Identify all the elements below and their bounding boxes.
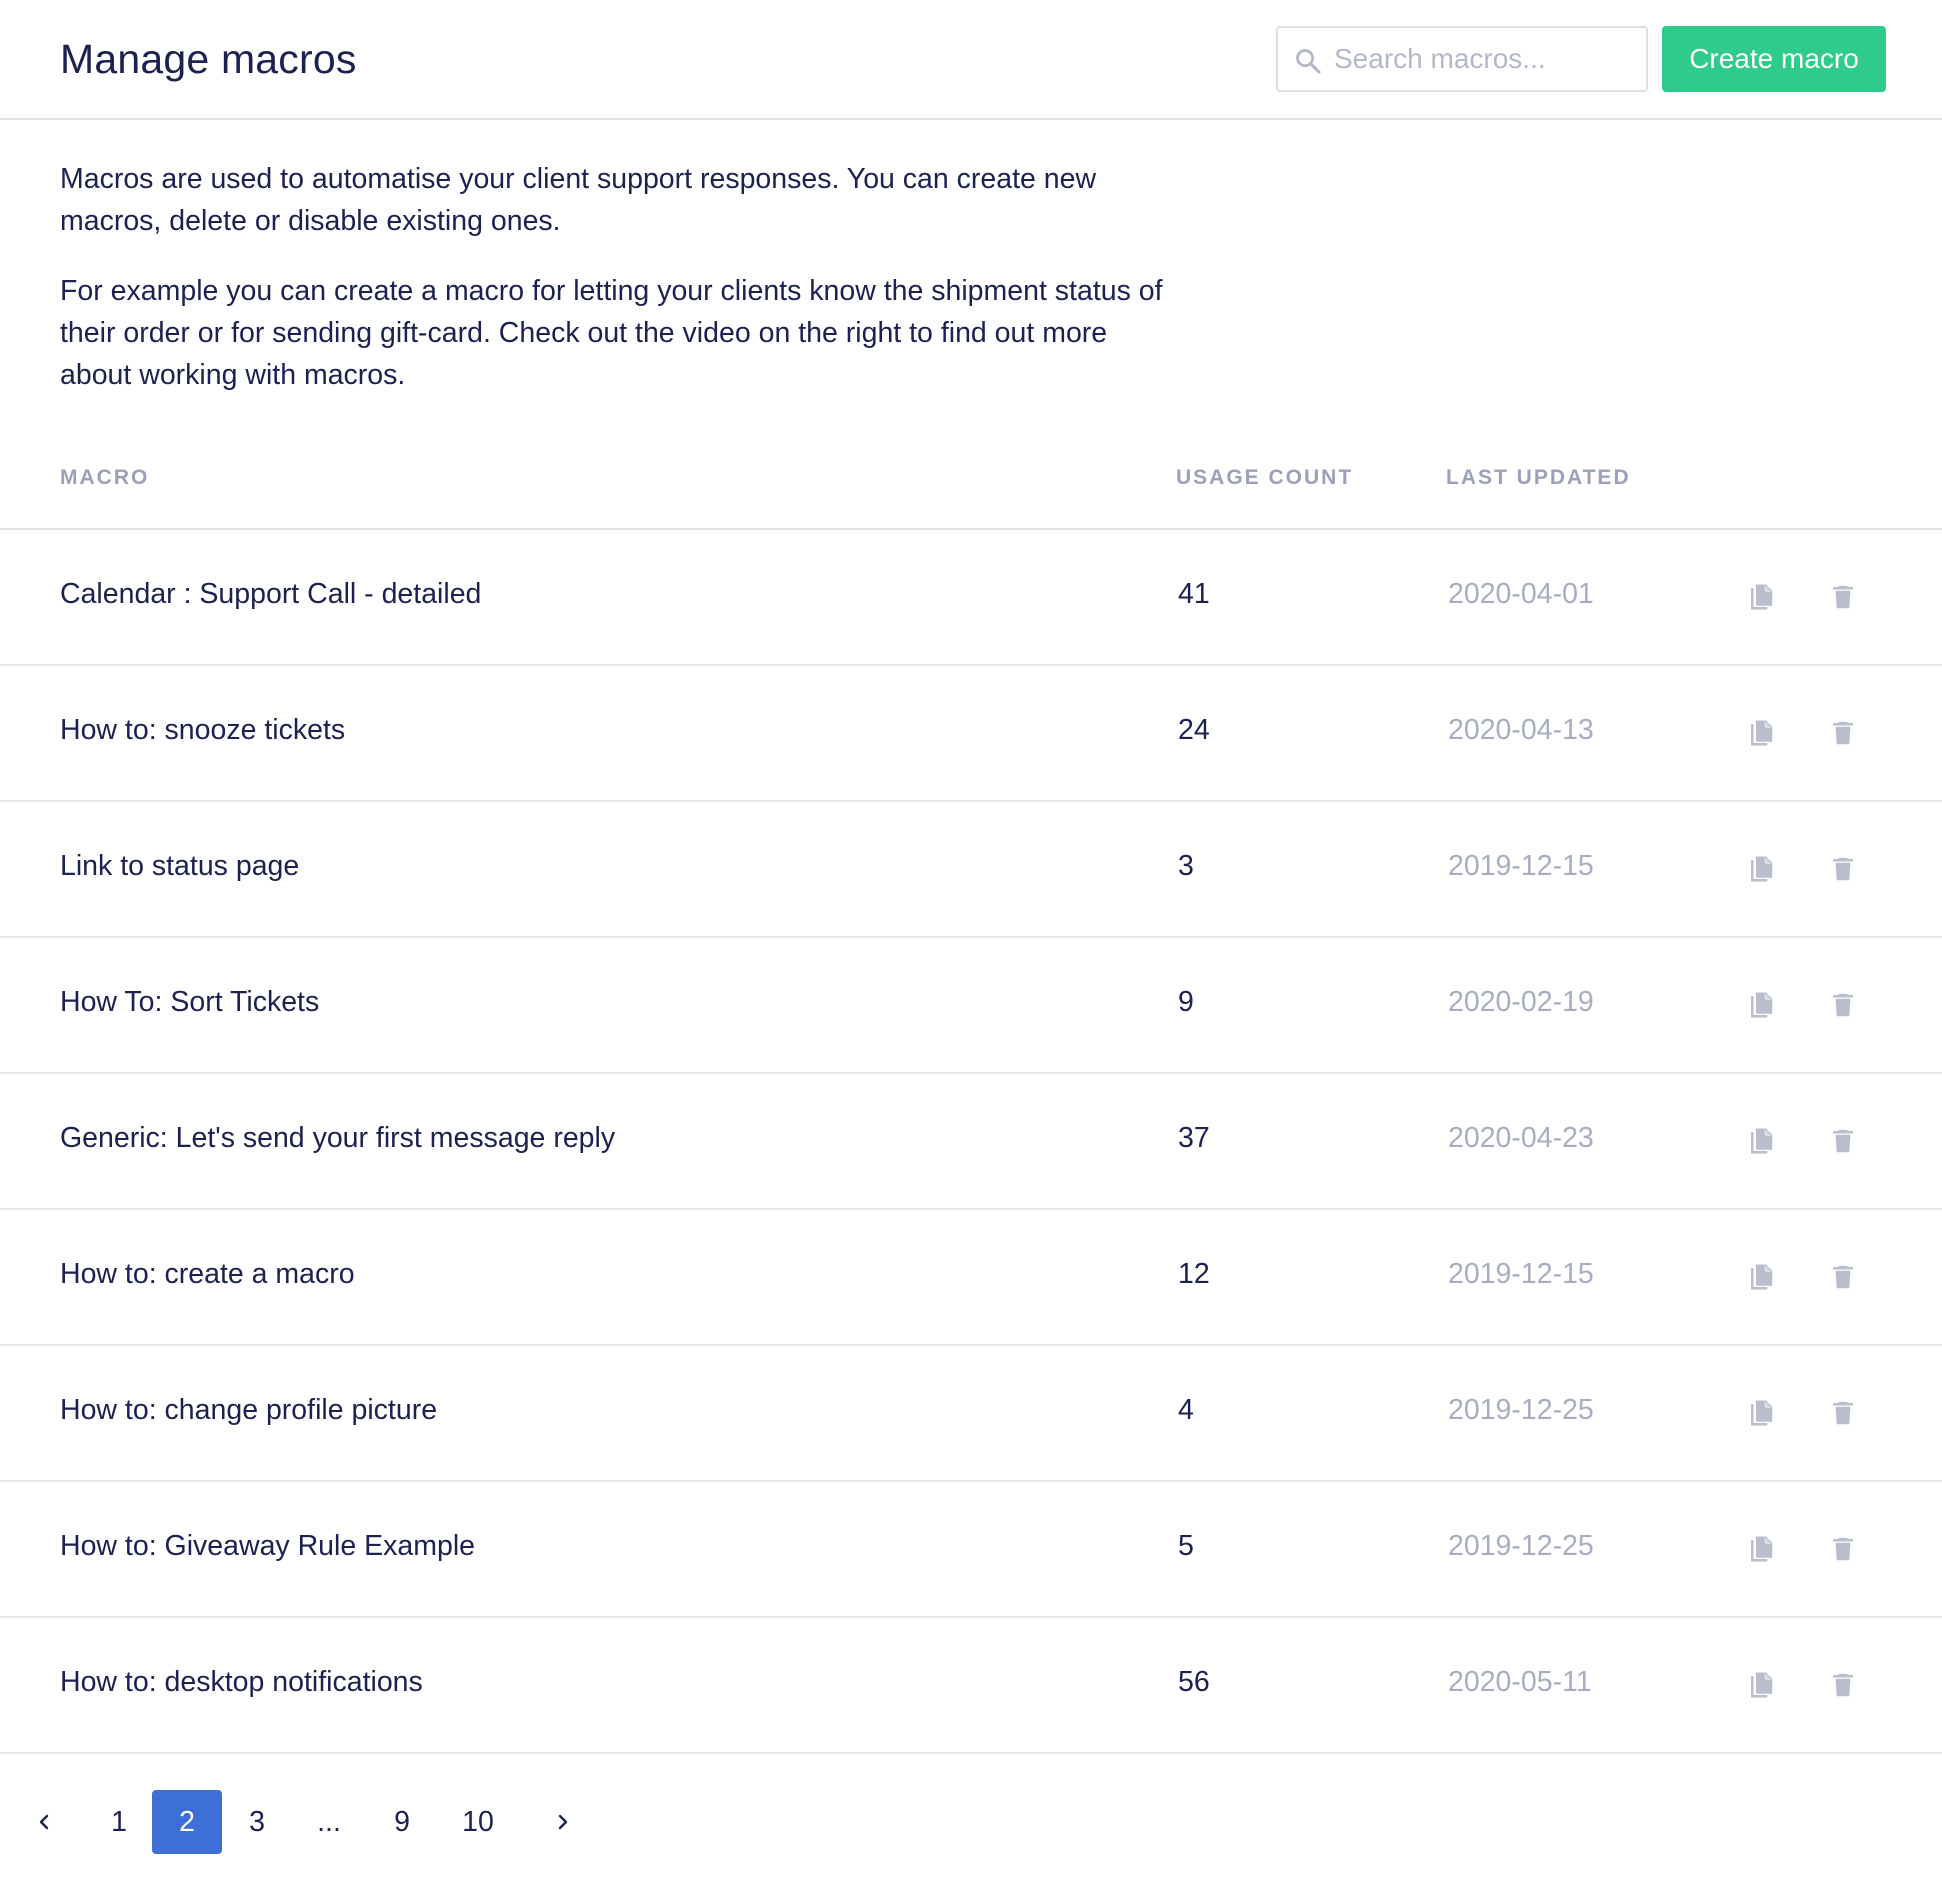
macro-name[interactable]: Generic: Let's send your first message r… [60, 1122, 615, 1155]
usage-count: 12 [1178, 1258, 1210, 1290]
macro-name[interactable]: How to: create a macro [60, 1258, 355, 1291]
duplicate-icon [1751, 584, 1773, 610]
pagination-page-3[interactable]: 3 [234, 1790, 280, 1854]
duplicate-icon [1751, 1672, 1773, 1698]
pagination: 1 2 3 ... 9 10 [0, 1790, 1942, 1856]
delete-button[interactable] [1828, 718, 1858, 748]
pagination-page-1[interactable]: 1 [96, 1790, 142, 1854]
trash-icon [1833, 585, 1853, 609]
duplicate-icon [1751, 856, 1773, 882]
trash-icon [1833, 1673, 1853, 1697]
macro-name[interactable]: Calendar : Support Call - detailed [60, 578, 481, 611]
last-updated: 2020-02-19 [1448, 986, 1594, 1018]
last-updated: 2019-12-15 [1448, 1258, 1594, 1290]
column-header-macro[interactable]: MACRO [60, 466, 149, 490]
table-row[interactable]: Link to status page 3 2019-12-15 [0, 802, 1942, 938]
macro-name[interactable]: How to: Giveaway Rule Example [60, 1530, 475, 1563]
trash-icon [1833, 857, 1853, 881]
search-input[interactable] [1334, 28, 1634, 90]
macro-name[interactable]: How to: change profile picture [60, 1394, 437, 1427]
duplicate-button[interactable] [1746, 1670, 1776, 1700]
delete-button[interactable] [1828, 1262, 1858, 1292]
delete-button[interactable] [1828, 1670, 1858, 1700]
trash-icon [1833, 1129, 1853, 1153]
duplicate-icon [1751, 1264, 1773, 1290]
column-header-usage-count[interactable]: USAGE COUNT [1176, 466, 1353, 490]
usage-count: 37 [1178, 1122, 1210, 1154]
search-field[interactable] [1276, 26, 1648, 92]
duplicate-button[interactable] [1746, 582, 1776, 612]
usage-count: 24 [1178, 714, 1210, 746]
duplicate-button[interactable] [1746, 854, 1776, 884]
last-updated: 2020-04-13 [1448, 714, 1594, 746]
table-row[interactable]: How to: snooze tickets 24 2020-04-13 [0, 666, 1942, 802]
table-row[interactable]: How to: change profile picture 4 2019-12… [0, 1346, 1942, 1482]
table-row[interactable]: Calendar : Support Call - detailed 41 20… [0, 530, 1942, 666]
last-updated: 2020-04-01 [1448, 578, 1594, 610]
table-row[interactable]: Generic: Let's send your first message r… [0, 1074, 1942, 1210]
macro-table-body: Calendar : Support Call - detailed 41 20… [0, 530, 1942, 1754]
duplicate-button[interactable] [1746, 1534, 1776, 1564]
last-updated: 2019-12-25 [1448, 1530, 1594, 1562]
duplicate-icon [1751, 1536, 1773, 1562]
chevron-left-icon [39, 1814, 49, 1830]
duplicate-icon [1751, 720, 1773, 746]
intro-paragraph-2: For example you can create a macro for l… [60, 275, 1163, 391]
macro-name[interactable]: How To: Sort Tickets [60, 986, 319, 1019]
duplicate-icon [1751, 992, 1773, 1018]
usage-count: 5 [1178, 1530, 1194, 1562]
trash-icon [1833, 721, 1853, 745]
last-updated: 2020-04-23 [1448, 1122, 1594, 1154]
usage-count: 3 [1178, 850, 1194, 882]
delete-button[interactable] [1828, 1534, 1858, 1564]
macro-table-header: MACRO USAGE COUNT LAST UPDATED [0, 446, 1942, 530]
table-row[interactable]: How to: Giveaway Rule Example 5 2019-12-… [0, 1482, 1942, 1618]
delete-button[interactable] [1828, 990, 1858, 1020]
usage-count: 56 [1178, 1666, 1210, 1698]
last-updated: 2020-05-11 [1448, 1666, 1592, 1698]
last-updated: 2019-12-15 [1448, 850, 1594, 882]
duplicate-icon [1751, 1400, 1773, 1426]
column-header-last-updated[interactable]: LAST UPDATED [1446, 466, 1631, 490]
create-macro-button[interactable]: Create macro [1662, 26, 1886, 92]
delete-button[interactable] [1828, 1126, 1858, 1156]
delete-button[interactable] [1828, 854, 1858, 884]
chevron-right-icon [558, 1814, 568, 1830]
pagination-page-2[interactable]: 2 [152, 1790, 222, 1854]
intro-paragraph-1: Macros are used to automatise your clien… [60, 163, 1097, 237]
pagination-prev[interactable] [26, 1790, 62, 1854]
usage-count: 4 [1178, 1394, 1194, 1426]
page-header: Manage macros Create macro [0, 0, 1942, 120]
intro-text: Macros are used to automatise your clien… [60, 158, 1170, 396]
macro-name[interactable]: How to: snooze tickets [60, 714, 345, 747]
pagination-page-9[interactable]: 9 [379, 1790, 425, 1854]
trash-icon [1833, 1401, 1853, 1425]
search-icon [1296, 49, 1321, 74]
duplicate-button[interactable] [1746, 990, 1776, 1020]
duplicate-button[interactable] [1746, 718, 1776, 748]
duplicate-button[interactable] [1746, 1398, 1776, 1428]
macro-name[interactable]: Link to status page [60, 850, 299, 883]
page-title: Manage macros [60, 36, 357, 82]
table-row[interactable]: How To: Sort Tickets 9 2020-02-19 [0, 938, 1942, 1074]
duplicate-button[interactable] [1746, 1126, 1776, 1156]
trash-icon [1833, 1537, 1853, 1561]
pagination-next[interactable] [545, 1790, 581, 1854]
last-updated: 2019-12-25 [1448, 1394, 1594, 1426]
table-row[interactable]: How to: desktop notifications 56 2020-05… [0, 1618, 1942, 1754]
duplicate-icon [1751, 1128, 1773, 1154]
duplicate-button[interactable] [1746, 1262, 1776, 1292]
delete-button[interactable] [1828, 582, 1858, 612]
macro-name[interactable]: How to: desktop notifications [60, 1666, 423, 1699]
trash-icon [1833, 993, 1853, 1017]
pagination-page-10[interactable]: 10 [452, 1790, 504, 1854]
delete-button[interactable] [1828, 1398, 1858, 1428]
usage-count: 9 [1178, 986, 1194, 1018]
table-row[interactable]: How to: create a macro 12 2019-12-15 [0, 1210, 1942, 1346]
usage-count: 41 [1178, 578, 1210, 610]
trash-icon [1833, 1265, 1853, 1289]
pagination-ellipsis: ... [317, 1805, 341, 1838]
